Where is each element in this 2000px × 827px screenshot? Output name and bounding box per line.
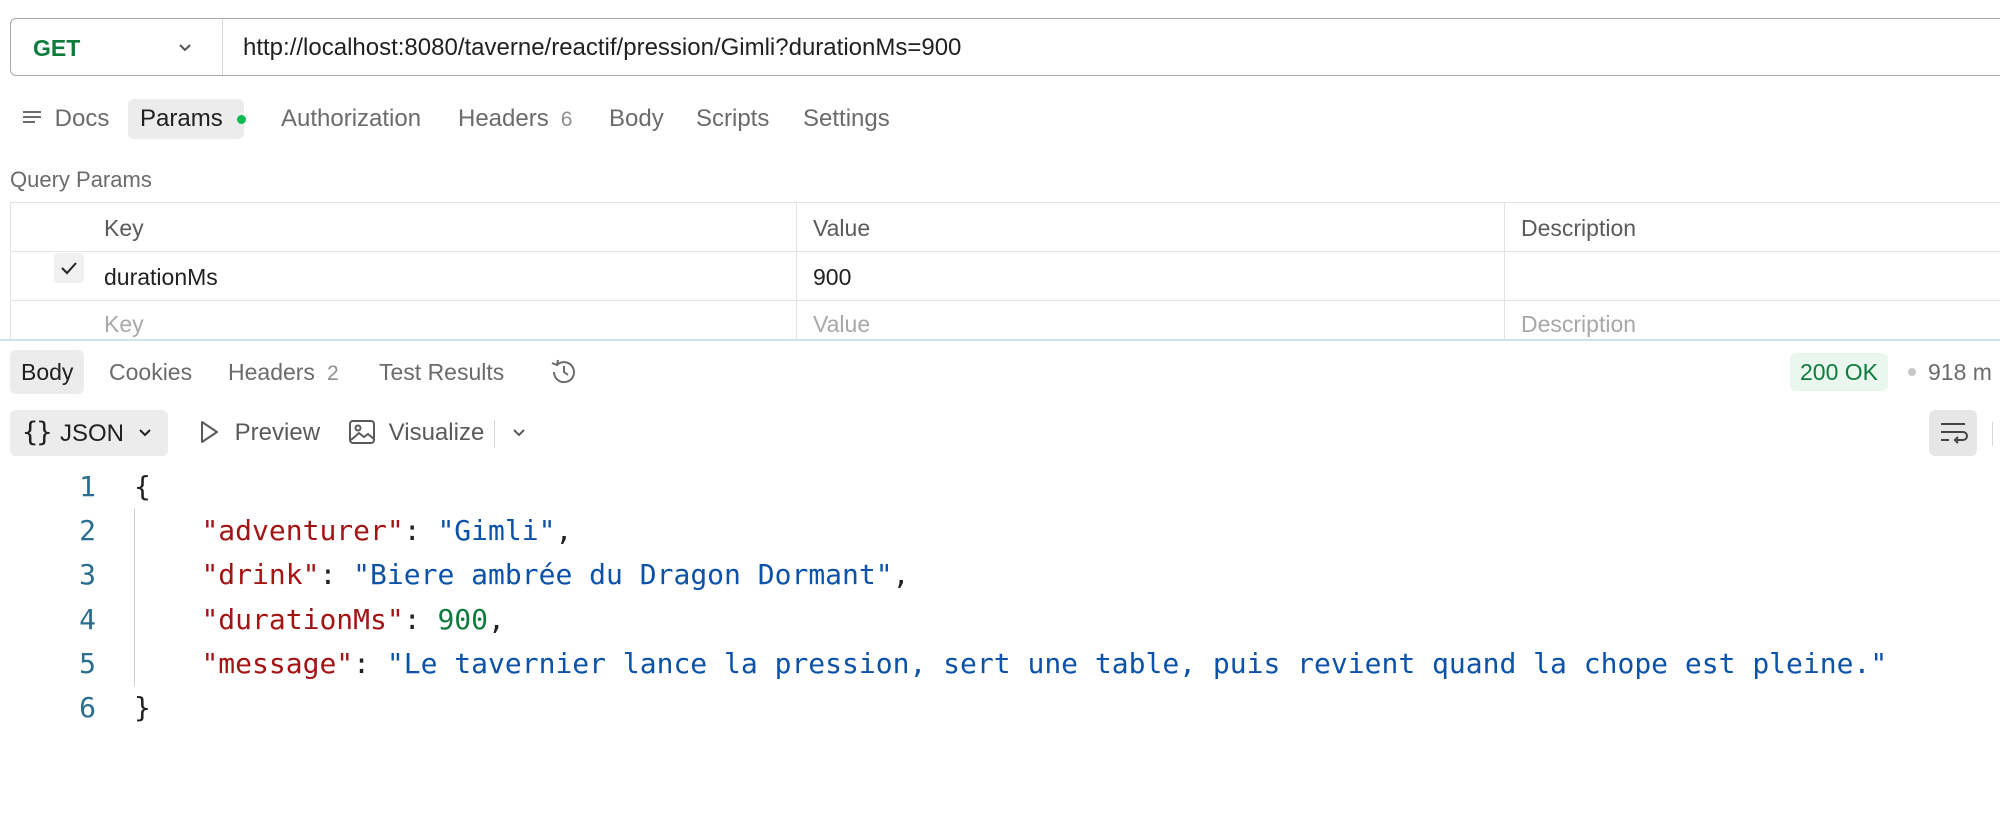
- json-key: "drink": [201, 558, 320, 591]
- code-line: "durationMs": 900,: [201, 603, 505, 636]
- image-icon: [349, 420, 375, 444]
- check-icon: [61, 262, 77, 275]
- response-tab-test-results[interactable]: Test Results: [379, 350, 504, 394]
- response-headers-count: 2: [326, 362, 339, 385]
- preview-label: Preview: [234, 419, 321, 446]
- tab-docs-label: Docs: [54, 105, 110, 132]
- play-icon: [201, 421, 218, 443]
- json-number-value: 900: [437, 603, 489, 636]
- tab-docs[interactable]: Docs: [22, 99, 109, 139]
- response-tab-headers-label: Headers: [228, 359, 315, 385]
- tab-authorization[interactable]: Authorization: [281, 99, 421, 139]
- response-tab-headers[interactable]: Headers 2: [228, 350, 339, 394]
- column-divider: [796, 203, 797, 341]
- tab-params[interactable]: Params: [128, 99, 246, 139]
- method-label: GET: [33, 35, 81, 61]
- code-line: "drink": "Biere ambrée du Dragon Dormant…: [201, 558, 910, 591]
- tab-scripts[interactable]: Scripts: [696, 99, 769, 139]
- code-line: "adventurer": "Gimli",: [201, 514, 573, 547]
- method-select[interactable]: GET: [11, 19, 223, 75]
- response-tab-cookies[interactable]: Cookies: [109, 350, 192, 394]
- response-time: 918 m: [1928, 359, 1992, 385]
- row-divider: [11, 251, 2000, 252]
- line-number: 6: [79, 691, 96, 724]
- format-select[interactable]: {} JSON: [10, 410, 168, 456]
- tab-body-label: Body: [609, 105, 664, 132]
- json-close-brace: }: [134, 691, 151, 724]
- json-key: "durationMs": [201, 603, 404, 636]
- url-bar: GET http://localhost:8080/taverne/reacti…: [10, 18, 2000, 76]
- docs-icon: [23, 111, 41, 123]
- visualize-label: Visualize: [388, 419, 485, 446]
- json-key: "adventurer": [201, 514, 404, 547]
- tab-scripts-label: Scripts: [696, 105, 770, 132]
- tab-settings[interactable]: Settings: [803, 99, 890, 139]
- line-number: 5: [79, 647, 96, 680]
- braces-icon: {}: [22, 417, 52, 448]
- visualize-button[interactable]: Visualize: [348, 410, 484, 456]
- response-tab-body[interactable]: Body: [10, 350, 85, 394]
- line-number: 1: [79, 470, 96, 503]
- toolbar-divider: [494, 420, 495, 448]
- chevron-down-icon: [139, 429, 151, 437]
- query-params-table: Key Value Description durationMs 900 Key…: [10, 202, 2000, 341]
- pane-splitter[interactable]: [0, 339, 2000, 341]
- query-params-title: Query Params: [10, 167, 152, 192]
- line-number: 3: [79, 558, 96, 591]
- params-active-dot: [236, 115, 246, 125]
- line-number: 2: [79, 514, 96, 547]
- url-input[interactable]: http://localhost:8080/taverne/reactif/pr…: [243, 34, 961, 62]
- tab-settings-label: Settings: [803, 105, 890, 132]
- column-divider: [1504, 203, 1505, 341]
- param-value-cell[interactable]: 900: [813, 264, 851, 291]
- response-tab-body-label: Body: [21, 359, 74, 385]
- response-tab-cookies-label: Cookies: [109, 359, 193, 385]
- tab-authorization-label: Authorization: [281, 105, 422, 132]
- json-string-value: "Biere ambrée du Dragon Dormant": [353, 558, 893, 591]
- wrap-lines-button[interactable]: [1929, 410, 1977, 456]
- tab-body[interactable]: Body: [609, 99, 664, 139]
- wrap-lines-icon: [1941, 423, 1968, 444]
- code-line: {: [134, 470, 151, 503]
- headers-count: 6: [560, 108, 573, 131]
- tab-params-label: Params: [140, 105, 223, 132]
- history-icon[interactable]: [548, 356, 580, 388]
- column-header-description: Description: [1521, 215, 1637, 241]
- column-header-value: Value: [813, 215, 871, 241]
- preview-button[interactable]: Preview: [196, 410, 320, 456]
- json-string-value: "Le tavernier lance la pression, sert un…: [386, 647, 1888, 680]
- param-key-cell[interactable]: durationMs: [104, 264, 218, 291]
- meta-separator: [1908, 368, 1916, 376]
- chevron-down-icon[interactable]: [510, 424, 528, 442]
- format-label: JSON: [60, 420, 125, 447]
- param-enabled-checkbox[interactable]: [54, 253, 84, 283]
- json-string-value: "Gimli": [437, 514, 556, 547]
- chevron-down-icon: [179, 44, 191, 52]
- row-divider: [11, 300, 2000, 301]
- new-param-description-input[interactable]: Description: [1521, 311, 1636, 338]
- json-key: "message": [201, 647, 354, 680]
- tab-headers[interactable]: Headers 6: [458, 99, 572, 139]
- code-line: }: [134, 691, 151, 724]
- code-line: "message": "Le tavernier lance la pressi…: [201, 647, 1888, 680]
- new-param-value-input[interactable]: Value: [813, 311, 870, 338]
- json-open-brace: {: [134, 470, 151, 503]
- line-number: 4: [79, 603, 96, 636]
- tab-headers-label: Headers: [458, 105, 549, 132]
- column-header-key: Key: [104, 215, 144, 241]
- toolbar-divider: [1992, 422, 1993, 446]
- response-tab-test-results-label: Test Results: [379, 359, 505, 385]
- new-param-key-input[interactable]: Key: [104, 311, 144, 338]
- status-badge: 200 OK: [1790, 353, 1888, 391]
